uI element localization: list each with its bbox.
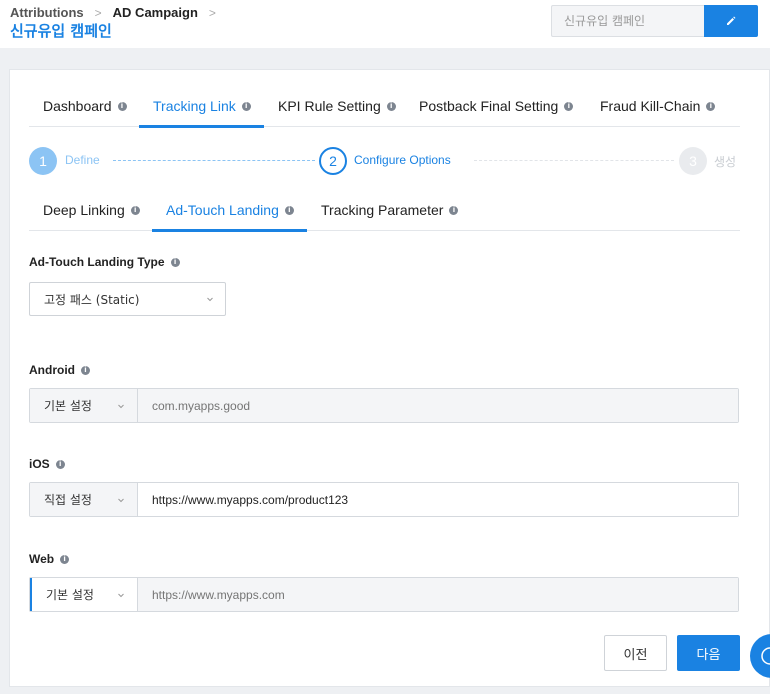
breadcrumb-separator: > [208, 5, 216, 20]
android-url-field: 기본 설정 [29, 388, 739, 423]
web-url-input[interactable] [138, 578, 738, 611]
step-connector [474, 160, 674, 161]
label-text: Ad-Touch Landing Type [29, 255, 165, 269]
info-icon[interactable]: i [81, 365, 90, 375]
tab-label: Dashboard [43, 98, 112, 114]
sub-tabs: Deep Linking i Ad-Touch Landing i Tracking… [29, 194, 740, 232]
tab-tracking-link[interactable]: Tracking Link i [139, 90, 264, 128]
web-label: Web i [29, 552, 70, 566]
campaign-name-input[interactable] [551, 5, 705, 37]
chevron-down-icon [118, 593, 124, 598]
tab-dashboard[interactable]: Dashboard i [29, 90, 139, 127]
ios-label: iOS i [29, 457, 65, 471]
step-2-indicator: 2 [319, 147, 347, 175]
info-icon[interactable]: i [55, 459, 65, 469]
selected-value: 고정 패스 (Static) [44, 292, 140, 307]
tab-label: Tracking Parameter [321, 202, 444, 218]
page-title: 신규유입 캠페인 [10, 22, 112, 40]
tab-label: KPI Rule Setting [278, 98, 381, 114]
next-button[interactable]: 다음 [677, 635, 740, 671]
breadcrumb: Attributions > AD Campaign > [10, 5, 227, 20]
info-icon[interactable]: i [564, 102, 574, 111]
chevron-down-icon [118, 498, 124, 503]
tab-kpi-rule-setting[interactable]: KPI Rule Setting i [264, 90, 405, 127]
info-icon[interactable]: i [117, 102, 127, 111]
info-icon[interactable]: i [706, 102, 716, 111]
android-label: Android i [29, 363, 90, 377]
step-1-indicator: 1 [29, 147, 57, 175]
web-url-field: 기본 설정 [29, 577, 739, 612]
selected-value: 직접 설정 [44, 493, 92, 507]
progress-stepper: 1 Define 2 Configure Options 3 생성 [29, 147, 740, 175]
info-icon[interactable]: i [386, 102, 396, 111]
help-icon [761, 647, 770, 665]
label-text: Web [29, 552, 55, 566]
breadcrumb-separator: > [94, 5, 102, 20]
chevron-down-icon [118, 404, 124, 409]
landing-type-select[interactable]: 고정 패스 (Static) [29, 282, 226, 316]
tab-label: Ad-Touch Landing [166, 202, 279, 218]
info-icon[interactable]: i [170, 257, 180, 267]
chevron-down-icon [207, 297, 213, 302]
edit-campaign-name-button[interactable] [704, 5, 758, 37]
breadcrumb-item-ad-campaign[interactable]: AD Campaign [113, 5, 198, 20]
previous-button[interactable]: 이전 [604, 635, 667, 671]
info-icon[interactable]: i [284, 206, 294, 215]
info-icon[interactable]: i [60, 554, 70, 564]
tab-label: Fraud Kill-Chain [600, 98, 701, 114]
android-mode-select[interactable]: 기본 설정 [30, 389, 138, 422]
tab-fraud-kill-chain[interactable]: Fraud Kill-Chain i [586, 90, 740, 127]
landing-type-label: Ad-Touch Landing Type i [29, 255, 180, 269]
step-3-indicator: 3 [679, 147, 707, 175]
tab-label: Deep Linking [43, 202, 125, 218]
step-1-label: Define [65, 153, 100, 167]
info-icon[interactable]: i [130, 206, 140, 215]
tab-ad-touch-landing[interactable]: Ad-Touch Landing i [152, 194, 307, 232]
label-text: iOS [29, 457, 50, 471]
tab-label: Tracking Link [153, 98, 236, 114]
android-url-input[interactable] [138, 389, 738, 422]
web-mode-select[interactable]: 기본 설정 [30, 578, 138, 611]
ios-url-field: 직접 설정 [29, 482, 739, 517]
step-3-label: 생성 [714, 155, 737, 169]
info-icon[interactable]: i [449, 206, 459, 215]
pencil-icon [727, 16, 736, 25]
ios-url-input[interactable] [138, 483, 738, 516]
tab-deep-linking[interactable]: Deep Linking i [29, 194, 152, 231]
tab-postback-final-setting[interactable]: Postback Final Setting i [405, 90, 586, 127]
info-icon[interactable]: i [241, 102, 251, 111]
tab-tracking-parameter[interactable]: Tracking Parameter i [307, 194, 469, 231]
selected-value: 기본 설정 [44, 399, 92, 413]
label-text: Android [29, 363, 75, 377]
tab-label: Postback Final Setting [419, 98, 559, 114]
main-tabs: Dashboard i Tracking Link i KPI Rule Setti… [29, 90, 740, 128]
step-2-label: Configure Options [354, 153, 451, 167]
ios-mode-select[interactable]: 직접 설정 [30, 483, 138, 516]
selected-value: 기본 설정 [46, 588, 94, 602]
top-bar: Attributions > AD Campaign > 신규유입 캠페인 [0, 0, 770, 48]
breadcrumb-item-attributions[interactable]: Attributions [10, 5, 84, 20]
tracking-link-card: Dashboard i Tracking Link i KPI Rule Setti… [9, 69, 770, 687]
step-connector [113, 160, 315, 161]
